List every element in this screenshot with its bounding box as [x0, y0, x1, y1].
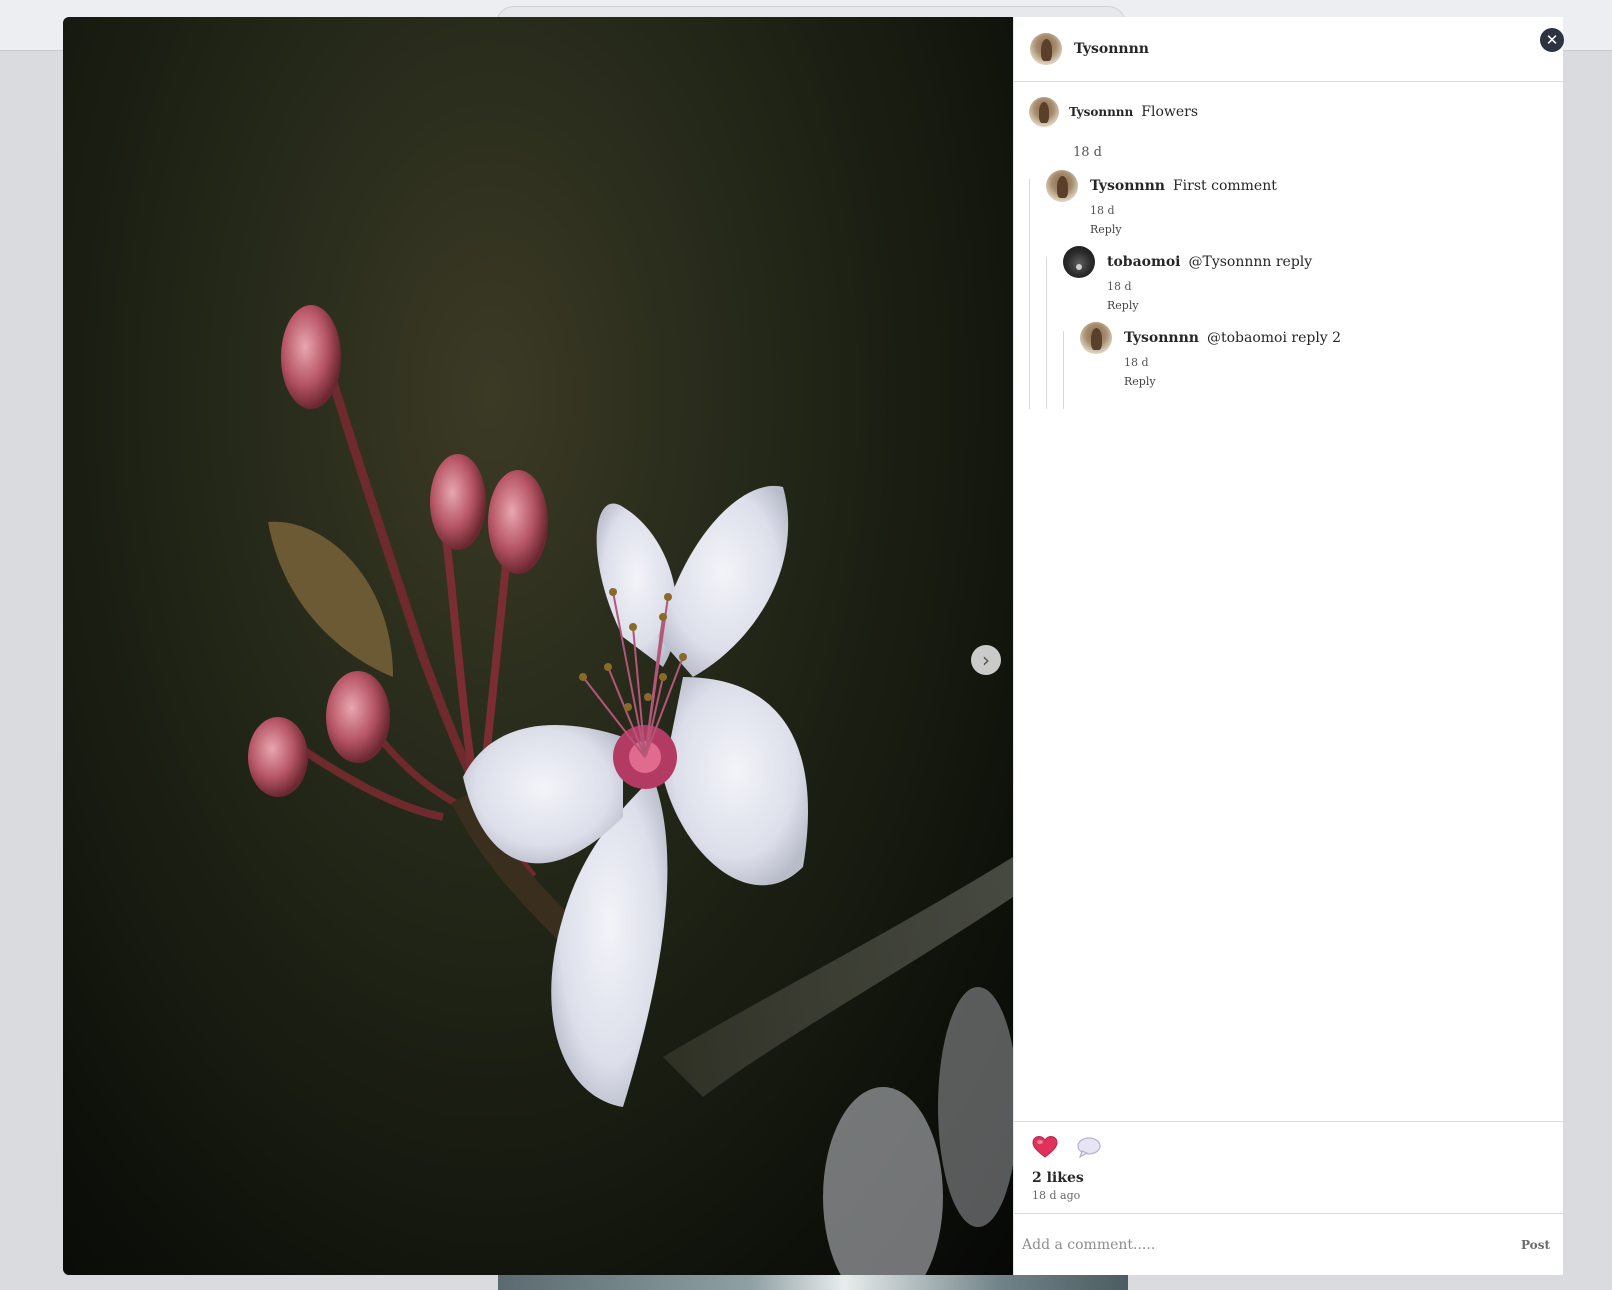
comment-avatar[interactable] — [1080, 322, 1112, 354]
comment-avatar[interactable] — [1063, 246, 1095, 278]
post-image: › — [63, 17, 1013, 1275]
caption-username[interactable]: Tysonnnn — [1069, 105, 1133, 119]
comment-username[interactable]: Tysonnnn — [1090, 178, 1165, 194]
comment-input[interactable] — [1022, 1236, 1521, 1253]
comment-username[interactable]: tobaomoi — [1107, 254, 1180, 270]
post-comment-button[interactable]: Post — [1521, 1238, 1550, 1252]
thread-line — [1029, 179, 1030, 409]
comment-icon[interactable] — [1076, 1136, 1102, 1158]
comment-item: tobaomoi @Tysonnnn reply 18 d Reply — [1063, 246, 1312, 312]
post-caption: Tysonnnn Flowers 18 d — [1029, 97, 1199, 160]
close-icon: ✕ — [1545, 31, 1559, 49]
post-header: Tysonnnn — [1014, 17, 1563, 82]
close-button[interactable]: ✕ — [1540, 28, 1564, 52]
comment-timestamp: 18 d — [1090, 204, 1115, 217]
comment-composer: Post — [1014, 1213, 1564, 1275]
comment-timestamp: 18 d — [1124, 356, 1149, 369]
likes-count[interactable]: 2 likes — [1032, 1170, 1564, 1186]
post-actions: 2 likes 18 d ago — [1014, 1121, 1564, 1213]
post-modal: › Tysonnnn ✕ Tysonnnn Flowers 18 d Tyson… — [63, 17, 1564, 1275]
author-name[interactable]: Tysonnnn — [1074, 41, 1149, 57]
comment-item: Tysonnnn First comment 18 d Reply — [1046, 170, 1277, 236]
next-image-button[interactable]: › — [971, 645, 1001, 675]
caption-text: Flowers — [1141, 104, 1199, 120]
reply-button[interactable]: Reply — [1107, 299, 1312, 312]
post-timestamp: 18 d ago — [1032, 1189, 1081, 1202]
caption-avatar[interactable] — [1029, 97, 1059, 127]
post-details-panel: Tysonnnn ✕ Tysonnnn Flowers 18 d Tysonnn… — [1013, 17, 1564, 1275]
thread-line — [1063, 331, 1064, 409]
flower-photo — [248, 305, 1013, 1275]
caption-timestamp: 18 d — [1073, 145, 1102, 160]
author-avatar[interactable] — [1030, 33, 1062, 65]
chevron-right-icon: › — [982, 648, 990, 672]
comment-avatar[interactable] — [1046, 170, 1078, 202]
comment-text: @tobaomoi reply 2 — [1206, 330, 1342, 346]
heart-icon[interactable] — [1032, 1135, 1058, 1159]
reply-button[interactable]: Reply — [1124, 375, 1341, 388]
reply-button[interactable]: Reply — [1090, 223, 1277, 236]
comment-timestamp: 18 d — [1107, 280, 1132, 293]
comment-text: @Tysonnnn reply — [1188, 254, 1313, 270]
comment-text: First comment — [1172, 178, 1277, 194]
comment-username[interactable]: Tysonnnn — [1124, 330, 1199, 346]
comment-item: Tysonnnn @tobaomoi reply 2 18 d Reply — [1080, 322, 1341, 388]
thread-line — [1046, 257, 1047, 409]
